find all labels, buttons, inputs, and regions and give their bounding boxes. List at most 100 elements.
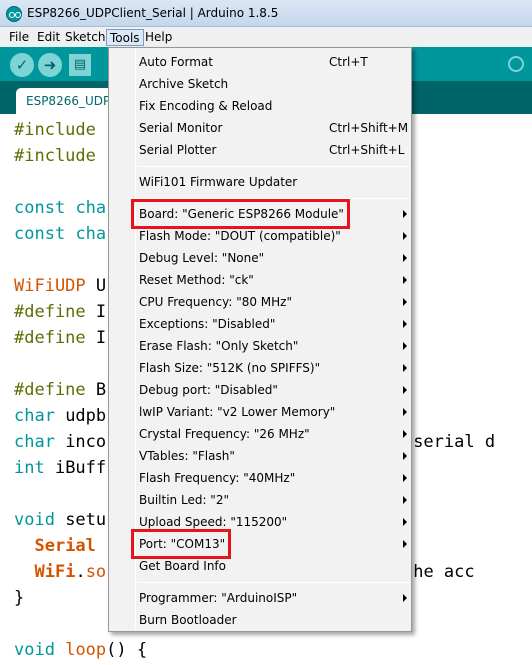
- menu-item-exceptions-disabled[interactable]: Exceptions: "Disabled": [139, 313, 409, 335]
- submenu-arrow-icon: [403, 320, 407, 328]
- menu-item-serial-monitor[interactable]: Serial Monitor Ctrl+Shift+M: [139, 117, 409, 139]
- code-line: int iBuff: [14, 458, 106, 478]
- menu-item-lwip-variant-v2-lower-memory[interactable]: lwIP Variant: "v2 Lower Memory": [139, 401, 409, 423]
- menu-item-label: lwIP Variant: "v2 Lower Memory": [139, 405, 336, 419]
- submenu-arrow-icon: [403, 594, 407, 602]
- menu-item-builtin-led-2[interactable]: Builtin Led: "2": [139, 489, 409, 511]
- code-line: #include: [14, 146, 106, 166]
- arrow-right-icon: ➜: [43, 56, 57, 74]
- code-token: inco: [54, 432, 107, 452]
- menu-item-label: Flash Size: "512K (no SPIFFS)": [139, 361, 321, 375]
- menu-item-shortcut: Ctrl+Shift+M: [329, 121, 409, 135]
- submenu-arrow-icon: [403, 386, 407, 394]
- code-line: char udpb: [14, 406, 106, 426]
- code-line: void setu: [14, 510, 106, 530]
- code-token: #include: [14, 120, 96, 140]
- code-token: }: [14, 588, 25, 608]
- code-token: U: [85, 276, 107, 296]
- code-token: WiFi: [34, 562, 76, 582]
- arduino-logo-icon: [6, 6, 22, 22]
- menu-item-label: WiFi101 Firmware Updater: [139, 175, 298, 189]
- upload-button[interactable]: ➜: [38, 53, 62, 77]
- code-line: Serial: [14, 536, 95, 556]
- code-token: int: [14, 458, 45, 478]
- menu-tools[interactable]: Tools: [106, 29, 144, 46]
- verify-button[interactable]: ✓: [10, 53, 34, 77]
- submenu-arrow-icon: [403, 430, 407, 438]
- menu-item-erase-flash-only-sketch[interactable]: Erase Flash: "Only Sketch": [139, 335, 409, 357]
- submenu-arrow-icon: [403, 210, 407, 218]
- menu-item-vtables-flash[interactable]: VTables: "Flash": [139, 445, 409, 467]
- menu-bar: File Edit Sketch Tools Help: [0, 27, 532, 47]
- menu-item-debug-level-none[interactable]: Debug Level: "None": [139, 247, 409, 269]
- code-line: void loop() {: [14, 640, 147, 660]
- menu-item-shortcut: Ctrl+Shift+L: [329, 143, 405, 157]
- submenu-arrow-icon: [403, 342, 407, 350]
- code-token: iBuff: [44, 458, 107, 478]
- menu-item-reset-method-ck[interactable]: Reset Method: "ck": [139, 269, 409, 291]
- menu-item-fix-encoding-reload[interactable]: Fix Encoding & Reload: [139, 95, 409, 117]
- code-token: udpb: [54, 406, 107, 426]
- menu-item-debug-port-disabled[interactable]: Debug port: "Disabled": [139, 379, 409, 401]
- code-line: #define I: [14, 302, 106, 322]
- menu-item-label: Flash Frequency: "40MHz": [139, 471, 296, 485]
- menu-help[interactable]: Help: [142, 29, 175, 46]
- menu-item-programmer-arduinoisp[interactable]: Programmer: "ArduinoISP": [139, 587, 409, 609]
- new-sketch-button[interactable]: ▤: [69, 54, 91, 76]
- submenu-arrow-icon: [403, 254, 407, 262]
- menu-item-burn-bootloader[interactable]: Burn Bootloader: [139, 609, 409, 631]
- menu-item-cpu-frequency-80-mhz[interactable]: CPU Frequency: "80 MHz": [139, 291, 409, 313]
- highlight-annotation-box: [131, 529, 231, 559]
- menu-item-label: Debug port: "Disabled": [139, 383, 278, 397]
- code-line: }: [14, 588, 24, 608]
- submenu-arrow-icon: [403, 408, 407, 416]
- code-line: #include: [14, 120, 106, 140]
- menu-item-flash-size-512k-no-spiffs[interactable]: Flash Size: "512K (no SPIFFS)": [139, 357, 409, 379]
- tools-menu: Auto Format Ctrl+T Archive Sketch Fix Encod…: [108, 47, 412, 632]
- highlight-annotation-box: [131, 199, 350, 229]
- menu-edit[interactable]: Edit: [34, 29, 63, 46]
- code-line: #define B: [14, 380, 106, 400]
- code-token: const: [14, 198, 66, 218]
- menu-item-label: Archive Sketch: [139, 77, 229, 91]
- menu-item-serial-plotter[interactable]: Serial Plotter Ctrl+Shift+L: [139, 139, 409, 161]
- code-line: const cha: [14, 224, 106, 244]
- code-token: #define: [14, 302, 86, 322]
- menu-item-wifi101-firmware-updater[interactable]: WiFi101 Firmware Updater: [139, 171, 409, 193]
- menu-item-label: Erase Flash: "Only Sketch": [139, 339, 299, 353]
- code-token: #define: [14, 380, 86, 400]
- code-token: #define: [14, 328, 86, 348]
- menu-item-label: Auto Format: [139, 55, 213, 69]
- menu-item-label: Fix Encoding & Reload: [139, 99, 273, 113]
- menu-item-label: CPU Frequency: "80 MHz": [139, 295, 292, 309]
- menu-item-label: Debug Level: "None": [139, 251, 265, 265]
- submenu-arrow-icon: [403, 496, 407, 504]
- code-line: #define I: [14, 328, 106, 348]
- serial-monitor-button[interactable]: [508, 56, 524, 72]
- code-token: #include: [14, 146, 96, 166]
- menu-item-label: Reset Method: "ck": [139, 273, 254, 287]
- submenu-arrow-icon: [403, 364, 407, 372]
- menu-sketch[interactable]: Sketch: [62, 29, 108, 46]
- code-token: void: [14, 640, 55, 660]
- menu-item-flash-frequency-40mhz[interactable]: Flash Frequency: "40MHz": [139, 467, 409, 489]
- code-token: I: [85, 328, 107, 348]
- menu-item-auto-format[interactable]: Auto Format Ctrl+T: [139, 51, 409, 73]
- code-line: WiFiUDP U: [14, 276, 106, 296]
- code-token: const: [14, 224, 66, 244]
- code-token: setu: [54, 510, 107, 530]
- menu-item-archive-sketch[interactable]: Archive Sketch: [139, 73, 409, 95]
- menu-item-crystal-frequency-26-mhz[interactable]: Crystal Frequency: "26 MHz": [139, 423, 409, 445]
- code-token: char: [14, 406, 55, 426]
- menu-separator: [138, 166, 410, 167]
- menu-file[interactable]: File: [6, 29, 32, 46]
- code-token: .: [75, 562, 86, 582]
- menu-separator: [138, 582, 410, 583]
- menu-item-label: Serial Plotter: [139, 143, 217, 157]
- menu-item-label: Burn Bootloader: [139, 613, 237, 627]
- new-file-icon: ▤: [73, 57, 87, 72]
